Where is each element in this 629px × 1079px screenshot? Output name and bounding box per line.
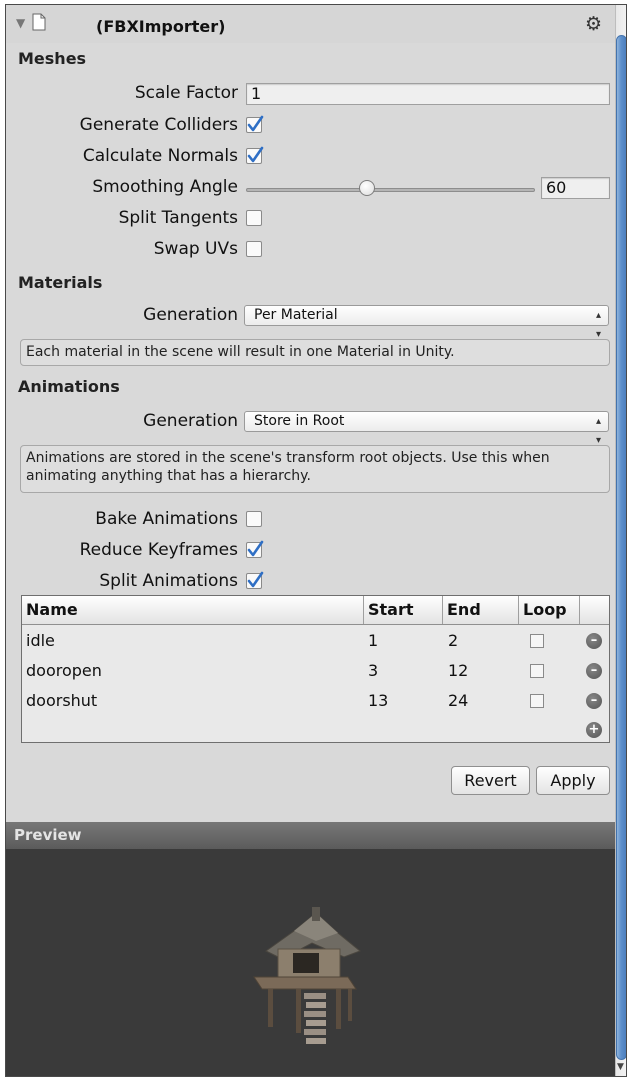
checkmark-icon	[247, 571, 264, 588]
model-preview-viewport[interactable]	[6, 849, 615, 1076]
revert-button[interactable]: Revert	[451, 766, 530, 795]
document-icon	[32, 13, 46, 31]
gear-icon[interactable]: ⚙	[585, 13, 602, 35]
clip-start: 1	[368, 631, 379, 650]
clip-name: doorshut	[26, 691, 98, 710]
reduce-keyframes-checkbox[interactable]	[246, 540, 264, 558]
materials-help-box: Each material in the scene will result i…	[20, 339, 610, 366]
materials-generation-value: Per Material	[254, 307, 338, 323]
checkmark-icon	[247, 115, 264, 132]
preview-header[interactable]: Preview	[6, 822, 615, 849]
clip-loop-checkbox[interactable]	[530, 634, 544, 648]
clip-end: 24	[448, 691, 469, 710]
minus-circle-icon[interactable]: –	[586, 693, 602, 709]
split-tangents-checkbox[interactable]	[246, 210, 262, 226]
table-row[interactable]: doorshut 13 24 –	[22, 686, 609, 716]
scroll-down-icon[interactable]: ▼	[617, 1062, 624, 1072]
swap-uvs-checkbox[interactable]	[246, 241, 262, 257]
section-animations: Animations	[18, 377, 120, 396]
calculate-normals-checkbox[interactable]	[246, 146, 264, 164]
clip-name: idle	[26, 631, 55, 650]
generate-colliders-label: Generate Colliders	[79, 115, 238, 135]
checkmark-icon	[247, 540, 264, 557]
house-model-preview	[253, 907, 361, 1044]
animation-clips-table: Name Start End Loop idle 1 2 – dooropen …	[21, 595, 610, 743]
animations-generation-label: Generation	[143, 411, 238, 431]
animations-help-box: Animations are stored in the scene's tra…	[20, 445, 610, 493]
inspector-title: (FBXImporter)	[96, 17, 226, 36]
clip-loop-checkbox[interactable]	[530, 694, 544, 708]
materials-generation-dropdown[interactable]: Per Material ▴ ▾	[244, 305, 609, 340]
clip-end: 2	[448, 631, 459, 650]
clip-start: 13	[368, 691, 389, 710]
column-header-start[interactable]: Start	[364, 596, 443, 624]
calculate-normals-label: Calculate Normals	[82, 146, 238, 166]
split-tangents-label: Split Tangents	[118, 208, 238, 228]
clip-name: dooropen	[26, 661, 102, 680]
bake-animations-checkbox[interactable]	[246, 511, 262, 527]
clip-end: 12	[448, 661, 469, 680]
smoothing-angle-slider-thumb[interactable]	[359, 180, 376, 196]
column-header-loop[interactable]: Loop	[519, 596, 580, 624]
section-materials: Materials	[18, 273, 103, 292]
scale-factor-label: Scale Factor	[134, 83, 238, 103]
section-meshes: Meshes	[18, 49, 87, 68]
triangle-down-icon[interactable]: ▼	[16, 16, 25, 30]
smoothing-angle-field[interactable]: 60	[541, 177, 610, 199]
inspector-panel: ▼ (FBXImporter) ⚙ ▼ Meshes Scale Factor …	[5, 4, 627, 1077]
minus-circle-icon[interactable]: –	[586, 663, 602, 679]
plus-circle-icon[interactable]: +	[586, 722, 602, 738]
materials-generation-label: Generation	[143, 305, 238, 325]
swap-uvs-label: Swap UVs	[153, 239, 238, 259]
reduce-keyframes-label: Reduce Keyframes	[79, 540, 238, 560]
column-header-end[interactable]: End	[443, 596, 519, 624]
table-row[interactable]: dooropen 3 12 –	[22, 656, 609, 686]
bake-animations-label: Bake Animations	[95, 509, 238, 529]
inspector-header: ▼ (FBXImporter) ⚙	[6, 5, 615, 43]
generate-colliders-checkbox[interactable]	[246, 115, 264, 133]
split-animations-checkbox[interactable]	[246, 571, 264, 589]
table-row[interactable]: idle 1 2 –	[22, 626, 609, 656]
column-header-name[interactable]: Name	[22, 596, 364, 624]
scrollbar-thumb[interactable]	[616, 35, 626, 1060]
apply-button[interactable]: Apply	[536, 766, 610, 795]
clip-start: 3	[368, 661, 379, 680]
smoothing-angle-slider[interactable]	[246, 188, 535, 192]
minus-circle-icon[interactable]: –	[586, 633, 602, 649]
smoothing-angle-label: Smoothing Angle	[92, 177, 238, 197]
scale-factor-field[interactable]: 1	[246, 83, 610, 105]
animations-generation-dropdown[interactable]: Store in Root ▴ ▾	[244, 411, 609, 446]
checkmark-icon	[247, 146, 264, 163]
animations-generation-value: Store in Root	[254, 413, 345, 429]
split-animations-label: Split Animations	[99, 571, 238, 591]
table-header: Name Start End Loop	[22, 596, 609, 625]
clip-loop-checkbox[interactable]	[530, 664, 544, 678]
